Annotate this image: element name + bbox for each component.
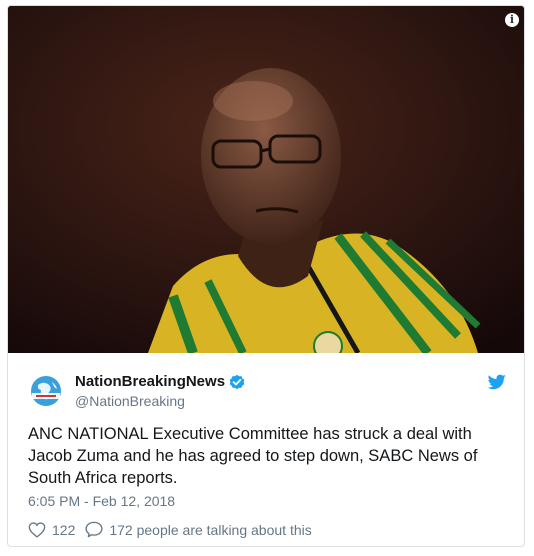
tweet-actions: 122 172 people are talking about this xyxy=(28,521,322,538)
twitter-bird-icon[interactable] xyxy=(488,374,506,390)
like-button[interactable]: 122 xyxy=(28,522,75,538)
avatar[interactable] xyxy=(28,373,64,409)
globe-avatar-icon xyxy=(28,373,64,409)
info-button[interactable]: i xyxy=(505,13,519,27)
verified-badge-icon xyxy=(229,374,245,389)
user-handle[interactable]: @NationBreaking xyxy=(75,393,185,409)
info-icon: i xyxy=(509,13,515,26)
tweet-photo[interactable]: i xyxy=(8,6,524,353)
talking-count: 172 people are talking about this xyxy=(109,521,312,538)
like-count: 122 xyxy=(52,521,76,538)
tweet-body: NationBreakingNews @NationBreaking ANC N… xyxy=(8,353,524,546)
heart-icon xyxy=(28,521,46,538)
reply-bubble-icon xyxy=(85,521,103,538)
conversation-link[interactable]: 172 people are talking about this xyxy=(85,521,312,538)
display-name-row[interactable]: NationBreakingNews xyxy=(75,373,245,390)
portrait-image xyxy=(8,6,524,353)
tweet-text: ANC NATIONAL Executive Committee has str… xyxy=(28,425,478,487)
embedded-tweet-card[interactable]: i NationBreakingNews @NationBreaking ANC… xyxy=(7,5,525,547)
display-name: NationBreakingNews xyxy=(75,373,226,390)
tweet-timestamp[interactable]: 6:05 PM - Feb 12, 2018 xyxy=(28,493,175,509)
